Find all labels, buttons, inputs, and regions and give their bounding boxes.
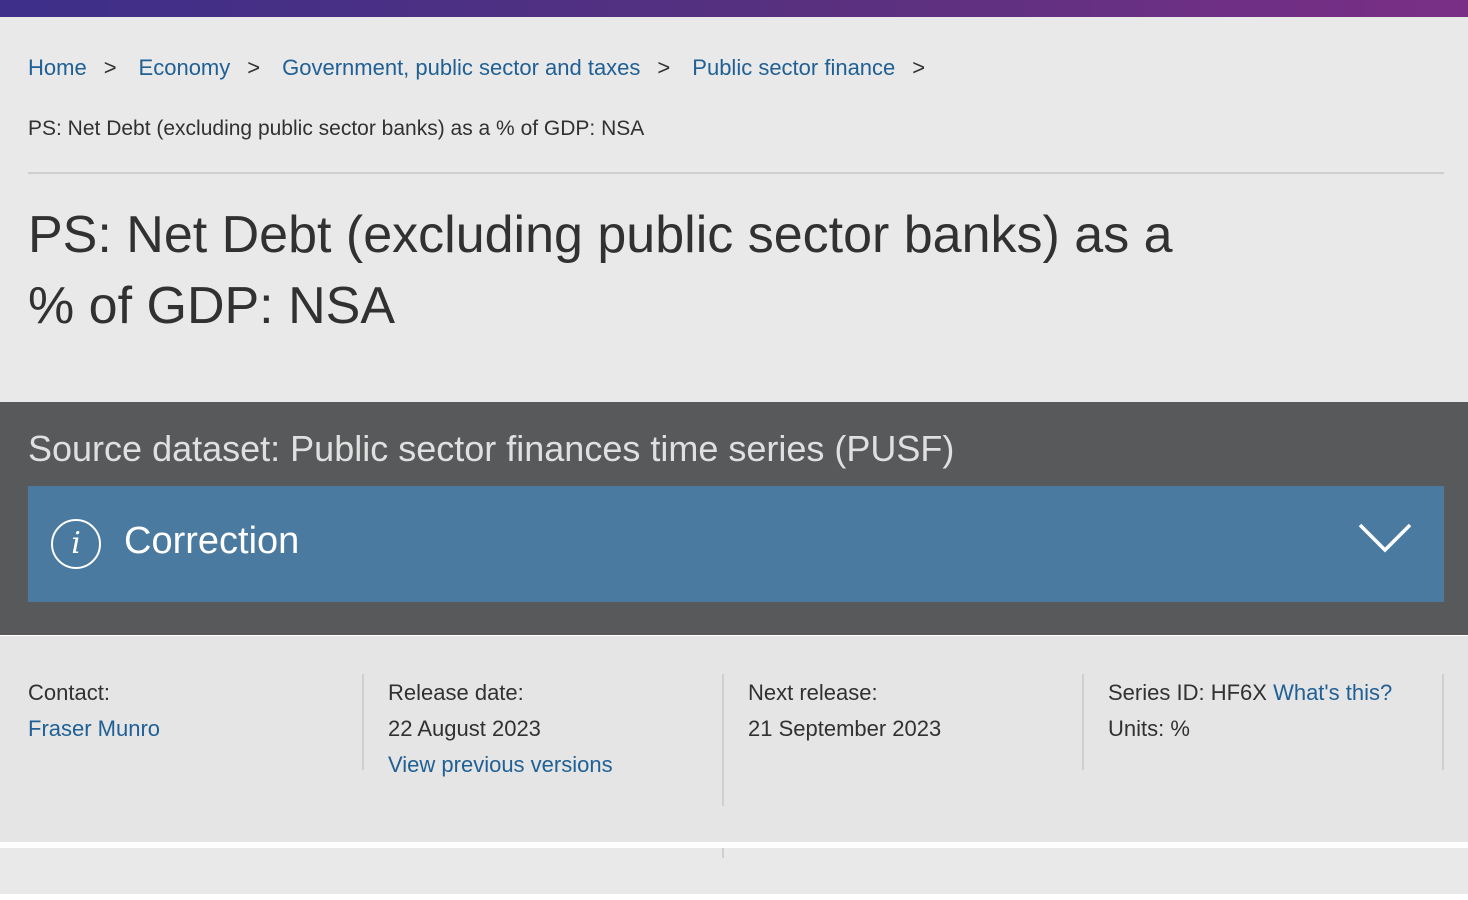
column-divider xyxy=(722,848,724,858)
breadcrumb-separator: > xyxy=(247,55,261,80)
bottom-strip xyxy=(0,848,1468,894)
breadcrumb-public-sector-finance-link[interactable]: Public sector finance xyxy=(692,55,895,80)
column-divider xyxy=(1442,674,1444,770)
series-column: Series ID: HF6X What's this? Units: % xyxy=(1108,675,1438,771)
contact-label: Contact: xyxy=(28,680,110,705)
units-value: Units: % xyxy=(1108,716,1190,741)
chevron-down-icon[interactable] xyxy=(1358,522,1412,554)
correction-label: Correction xyxy=(124,520,300,562)
breadcrumb-separator: > xyxy=(103,55,117,80)
breadcrumb-separator: > xyxy=(912,55,926,80)
release-date-label: Release date: xyxy=(388,680,524,705)
release-date-column: Release date: 22 August 2023 View previo… xyxy=(388,675,708,777)
release-date-value: 22 August 2023 xyxy=(388,716,541,741)
breadcrumb-home-link[interactable]: Home xyxy=(28,55,87,80)
breadcrumb-economy-link[interactable]: Economy xyxy=(139,55,231,80)
breadcrumb-government-link[interactable]: Government, public sector and taxes xyxy=(282,55,640,80)
breadcrumb-current-page: PS: Net Debt (excluding public sector ba… xyxy=(28,117,645,140)
view-previous-versions-link[interactable]: View previous versions xyxy=(388,747,708,783)
page-title: PS: Net Debt (excluding public sector ba… xyxy=(28,206,1173,335)
contact-column: Contact: Fraser Munro xyxy=(28,675,348,771)
correction-banner[interactable]: i Correction xyxy=(28,486,1444,602)
source-dataset-label: Source dataset: Public sector finances t… xyxy=(28,428,955,469)
info-icon: i xyxy=(51,519,101,569)
next-release-label: Next release: xyxy=(748,680,878,705)
next-release-value: 21 September 2023 xyxy=(748,716,942,741)
contact-name-link[interactable]: Fraser Munro xyxy=(28,711,348,747)
next-release-column: Next release: 21 September 2023 xyxy=(748,675,1068,771)
breadcrumb: Home > Economy > Government, public sector a… xyxy=(28,53,947,83)
column-divider xyxy=(722,674,724,806)
series-id: Series ID: HF6X xyxy=(1108,680,1267,705)
brand-top-bar xyxy=(0,0,1468,17)
breadcrumb-separator: > xyxy=(657,55,671,80)
column-divider xyxy=(362,674,364,770)
whats-this-link[interactable]: What's this? xyxy=(1273,680,1392,705)
series-id-row: Series ID: HF6X What's this? xyxy=(1108,675,1438,711)
header-divider xyxy=(28,172,1444,174)
column-divider xyxy=(1082,674,1084,770)
